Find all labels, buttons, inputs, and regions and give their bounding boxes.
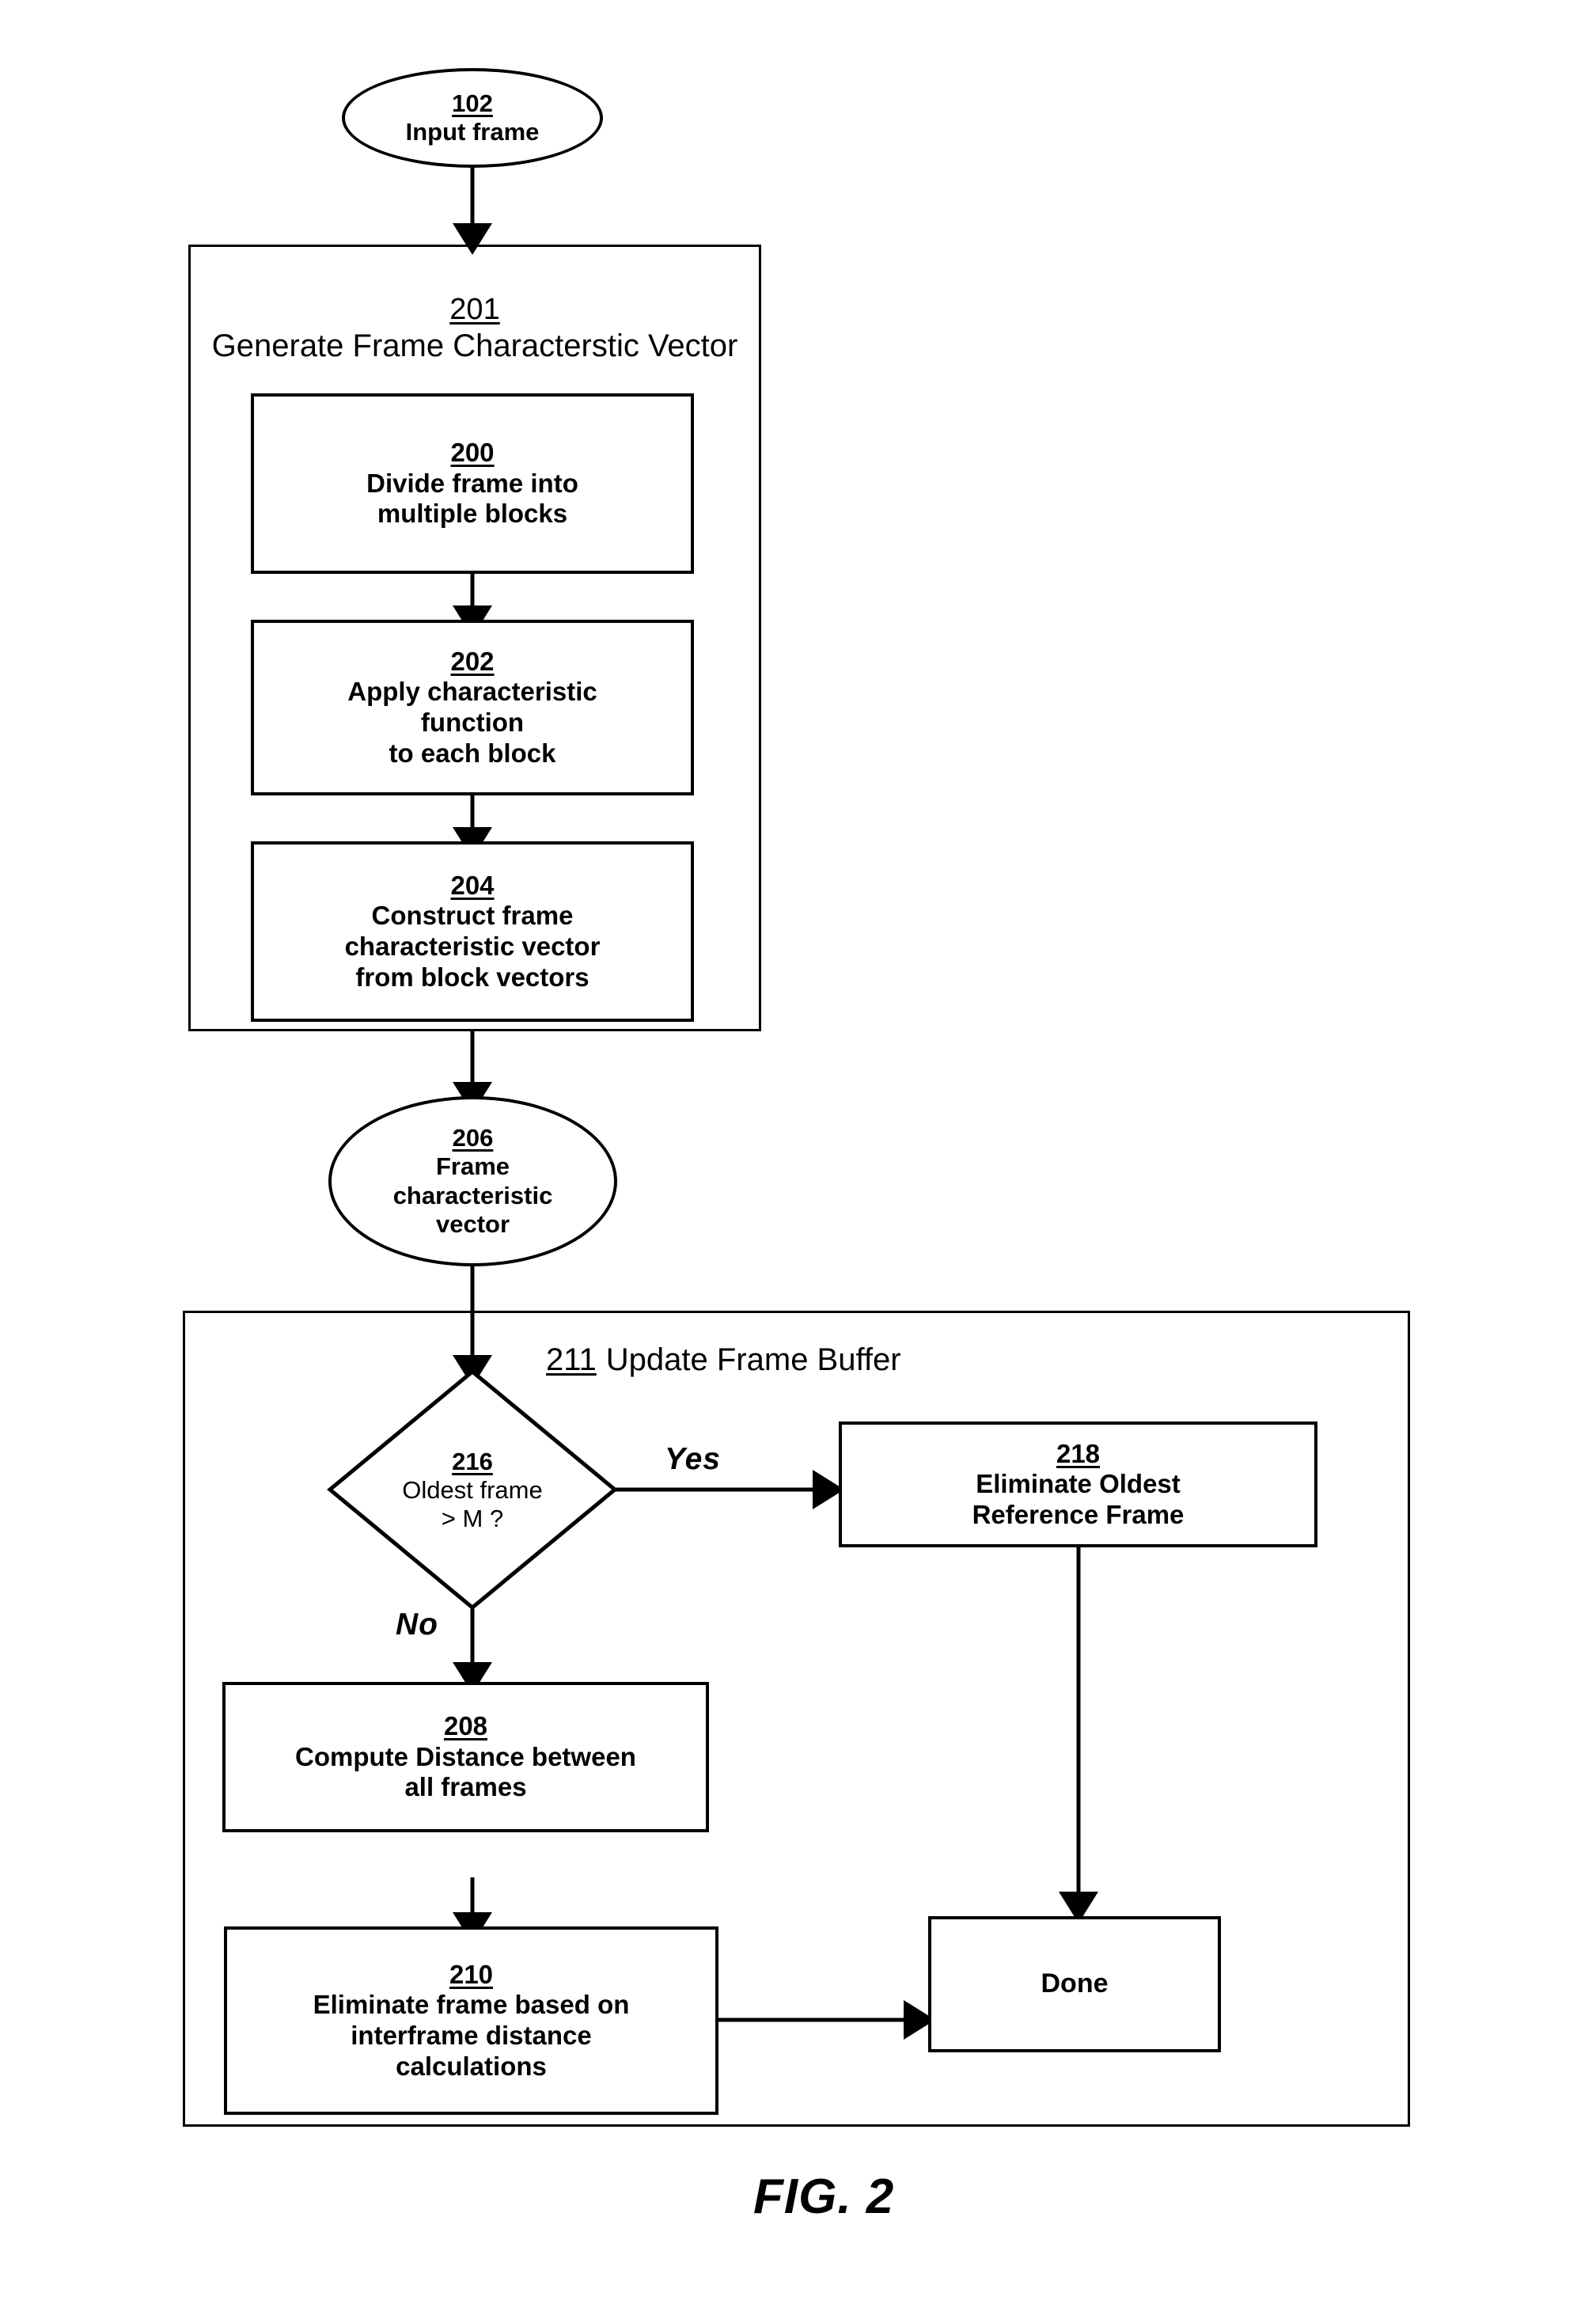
node-construct-vector-line3: from block vectors xyxy=(355,962,589,992)
node-216-line1: Oldest frame xyxy=(402,1475,543,1504)
node-input-frame-ref: 102 xyxy=(452,89,493,117)
node-divide-frame-ref: 200 xyxy=(450,438,495,468)
node-done-label: Done xyxy=(1041,1968,1109,1999)
node-216-line2: > M ? xyxy=(441,1505,504,1533)
node-input-frame-text: 102 Input frame xyxy=(342,68,603,168)
node-apply-ref: 202 xyxy=(450,646,495,676)
node-fcv-ref: 206 xyxy=(452,1123,494,1152)
node-210-ref: 210 xyxy=(449,1959,494,1989)
node-218-ref: 218 xyxy=(1056,1438,1101,1468)
edge-label-no: No xyxy=(396,1608,438,1642)
node-input-frame-label: Input frame xyxy=(405,118,540,146)
node-construct-vector-line1: Construct frame xyxy=(371,901,574,931)
node-apply-line3: to each block xyxy=(389,738,556,768)
node-210-line2: interframe distance xyxy=(351,2021,592,2050)
container-201-label: Generate Frame Characterstic Vector xyxy=(211,328,738,363)
node-apply-line1: Apply characteristic xyxy=(347,677,597,707)
node-construct-vector-ref: 204 xyxy=(450,870,495,900)
container-211-ref: 211 xyxy=(546,1342,597,1377)
node-done-text: Done xyxy=(928,1916,1221,2052)
node-210-text: 210 Eliminate frame based on interframe … xyxy=(224,1926,718,2115)
node-218-line2: Reference Frame xyxy=(972,1499,1185,1529)
node-208-line1: Compute Distance between xyxy=(295,1741,636,1771)
node-208-text: 208 Compute Distance between all frames xyxy=(222,1682,709,1832)
node-208-ref: 208 xyxy=(443,1711,488,1741)
node-210-line3: calculations xyxy=(396,2051,547,2081)
node-construct-vector-text: 204 Construct frame characteristic vecto… xyxy=(251,841,694,1022)
node-divide-frame-line2: multiple blocks xyxy=(377,499,568,529)
node-fcv-line1: Frame xyxy=(435,1152,510,1181)
node-construct-vector-line2: characteristic vector xyxy=(344,932,601,961)
node-216-ref: 216 xyxy=(452,1447,493,1475)
node-208-line2: all frames xyxy=(404,1772,527,1802)
node-218-text: 218 Eliminate Oldest Reference Frame xyxy=(839,1422,1317,1547)
node-divide-frame-text: 200 Divide frame into multiple blocks xyxy=(251,393,694,574)
edge-label-yes: Yes xyxy=(665,1442,721,1476)
node-fcv-line3: vector xyxy=(435,1209,510,1238)
container-201-ref: 201 xyxy=(449,293,500,327)
node-fcv-line2: characteristic xyxy=(392,1181,553,1209)
node-apply-characteristic-function-text: 202 Apply characteristic function to eac… xyxy=(251,620,694,795)
node-210-line1: Eliminate frame based on xyxy=(313,1990,630,2020)
node-218-line1: Eliminate Oldest xyxy=(976,1469,1181,1499)
container-211-text: 211 Update Frame Buffer xyxy=(546,1338,1052,1382)
container-201-text: 201 Generate Frame Characterstic Vector xyxy=(196,257,753,400)
node-oldest-frame-decision-text: 216 Oldest frame > M ? xyxy=(350,1423,595,1558)
figure-caption: FIG. 2 xyxy=(753,2169,895,2224)
figure-canvas: 102 Input frame 201 Generate Frame Chara… xyxy=(0,0,1596,2323)
node-divide-frame-line1: Divide frame into xyxy=(366,468,578,498)
node-apply-line2: function xyxy=(420,708,525,737)
node-frame-characteristic-vector-text: 206 Frame characteristic vector xyxy=(328,1096,617,1266)
container-211-label: Update Frame Buffer xyxy=(605,1342,901,1377)
